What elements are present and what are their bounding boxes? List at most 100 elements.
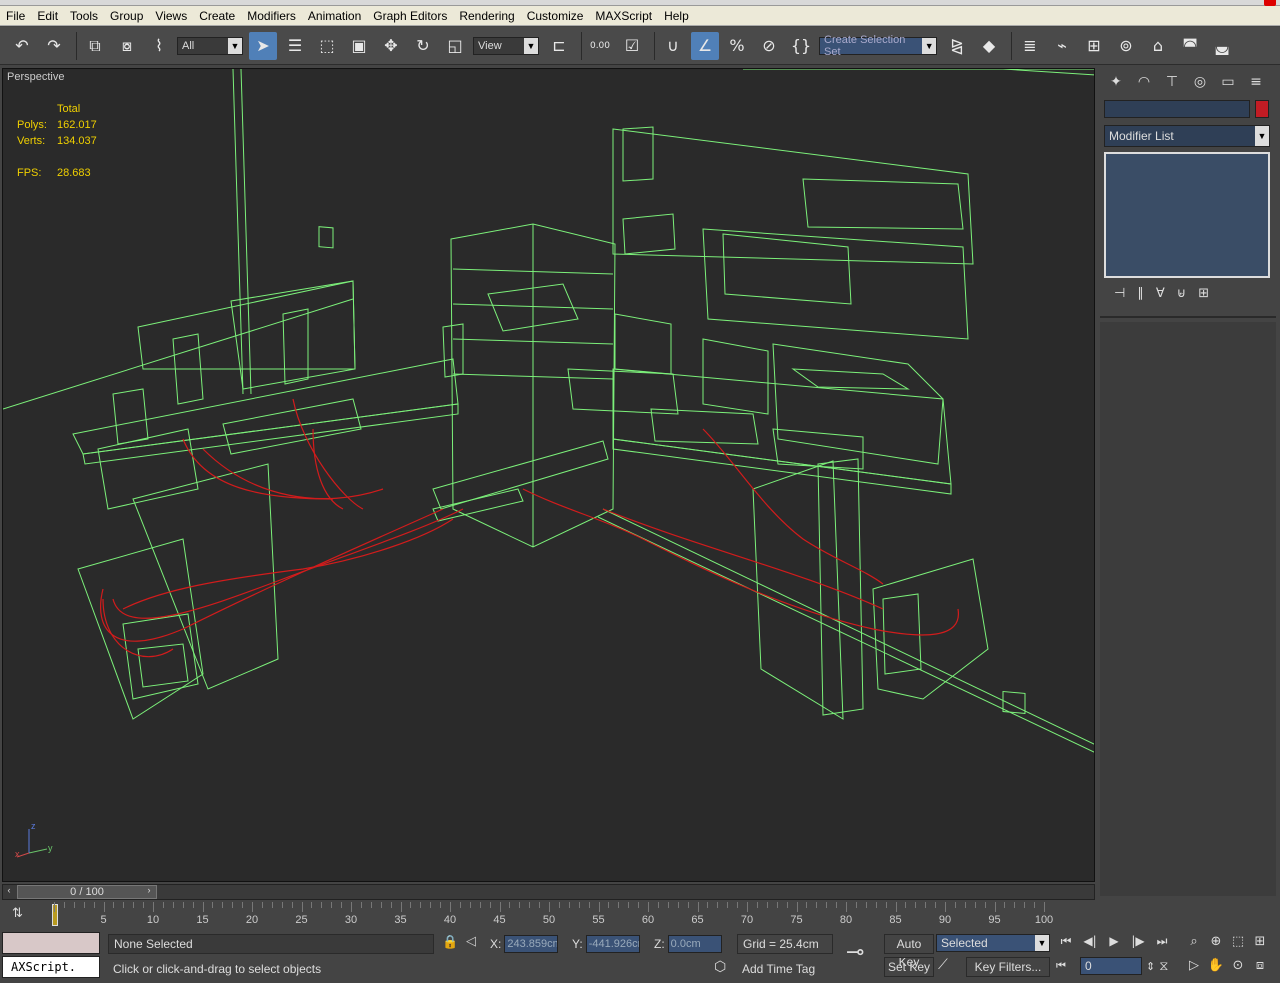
current-frame-field[interactable]: 0: [1080, 957, 1142, 975]
time-slider[interactable]: ‹ 0 / 100 ›: [2, 884, 1095, 900]
menu-graph-editors[interactable]: Graph Editors: [367, 9, 453, 23]
go-to-end-icon[interactable]: ⏭: [1152, 934, 1172, 952]
schematic-view-icon[interactable]: ⊞: [1080, 32, 1108, 60]
manipulate-icon[interactable]: ☑: [618, 32, 646, 60]
show-end-result-icon[interactable]: ∥: [1137, 286, 1144, 306]
layer-manager-icon[interactable]: ≣: [1016, 32, 1044, 60]
auto-key-button[interactable]: Auto Key: [884, 934, 934, 969]
selection-filter-dropdown[interactable]: All ▼: [177, 36, 243, 55]
object-name-field[interactable]: [1104, 100, 1250, 118]
select-and-move-icon[interactable]: ✥: [377, 32, 405, 60]
x-value-field[interactable]: 243.859cm: [504, 935, 559, 953]
zoom-extents-icon[interactable]: ⬚: [1228, 934, 1248, 952]
menu-rendering[interactable]: Rendering: [453, 9, 520, 23]
y-value-field[interactable]: -441.926cm: [585, 935, 640, 953]
menu-animation[interactable]: Animation: [302, 9, 367, 23]
quick-render-icon[interactable]: ◛: [1208, 32, 1236, 60]
track-bar[interactable]: ⇅ 5 10 15 20 25 30 35 40 45 50 55 60 65 70 75 80 85 90 95 1…: [2, 902, 1095, 930]
remove-modifier-icon[interactable]: ⊌: [1177, 286, 1187, 306]
zoom-extents-all-icon[interactable]: ⊞: [1250, 934, 1270, 952]
next-frame-icon[interactable]: |▶: [1128, 934, 1148, 952]
menu-maxscript[interactable]: MAXScript: [589, 9, 658, 23]
set-keys-icon[interactable]: ⊸: [846, 940, 864, 965]
mini-curve-editor-icon[interactable]: ⇅: [12, 906, 30, 924]
add-time-tag[interactable]: Add Time Tag: [737, 960, 833, 978]
select-by-name-icon[interactable]: ☰: [281, 32, 309, 60]
perspective-viewport[interactable]: Perspective Total Polys: 162.017 Verts: 13…: [2, 68, 1095, 882]
play-icon[interactable]: ▶: [1104, 934, 1124, 952]
make-unique-icon[interactable]: ∀: [1156, 286, 1165, 306]
undo-icon[interactable]: ↶: [8, 32, 36, 60]
edit-named-selections-icon[interactable]: {}: [787, 32, 815, 60]
key-mode-toggle-icon[interactable]: ⏮: [1056, 959, 1076, 973]
display-tab-icon[interactable]: ▭: [1216, 72, 1240, 92]
object-color-swatch[interactable]: [1255, 100, 1269, 118]
window-crossing-icon[interactable]: ▣: [345, 32, 373, 60]
key-filters-button[interactable]: Key Filters...: [966, 957, 1050, 977]
hierarchy-tab-icon[interactable]: ⊤: [1160, 72, 1184, 92]
lock-icon[interactable]: 🔒: [442, 935, 458, 950]
reference-coordinate-dropdown[interactable]: View ▼: [473, 36, 539, 55]
menu-tools[interactable]: Tools: [64, 9, 104, 23]
time-configuration-icon[interactable]: ⧖: [1159, 959, 1168, 974]
set-key-button[interactable]: Set Key: [884, 957, 934, 977]
bind-to-space-warp-icon[interactable]: ⌇: [145, 32, 173, 60]
menu-views[interactable]: Views: [149, 9, 193, 23]
orbit-icon[interactable]: ⊙: [1228, 958, 1248, 976]
modifier-list-dropdown[interactable]: Modifier List ▼: [1104, 125, 1270, 147]
chevron-right-icon[interactable]: ›: [143, 885, 155, 899]
previous-frame-icon[interactable]: ◀|: [1080, 934, 1100, 952]
pivot-center-icon[interactable]: ⊏: [545, 32, 573, 60]
align-icon[interactable]: ◆: [975, 32, 1003, 60]
material-editor-icon[interactable]: ⊚: [1112, 32, 1140, 60]
select-and-scale-icon[interactable]: ◱: [441, 32, 469, 60]
spinner-snap-button[interactable]: 0.00: [586, 32, 614, 60]
select-object-icon[interactable]: ➤: [249, 31, 277, 60]
z-value-field[interactable]: 0.0cm: [667, 935, 722, 953]
motion-tab-icon[interactable]: ◎: [1188, 72, 1212, 92]
maxscript-mini-listener-top[interactable]: [2, 932, 100, 954]
snap-toggle-icon[interactable]: ∪: [659, 32, 687, 60]
absolute-mode-icon[interactable]: ◁: [466, 934, 476, 949]
menu-edit[interactable]: Edit: [31, 9, 64, 23]
curve-editor-icon[interactable]: ⌁: [1048, 32, 1076, 60]
zoom-icon[interactable]: ⌕: [1184, 934, 1204, 952]
mirror-icon[interactable]: ⧎: [943, 32, 971, 60]
menu-group[interactable]: Group: [104, 9, 149, 23]
modify-tab-icon[interactable]: ◠: [1132, 72, 1156, 92]
select-and-link-icon[interactable]: ⧉: [81, 32, 109, 60]
pan-icon[interactable]: ✋: [1206, 958, 1226, 976]
field-of-view-icon[interactable]: ▷: [1184, 958, 1204, 976]
viewport-label[interactable]: Perspective: [7, 71, 64, 83]
unlink-selection-icon[interactable]: ⧇: [113, 32, 141, 60]
menu-modifiers[interactable]: Modifiers: [241, 9, 302, 23]
render-setup-icon[interactable]: ⌂: [1144, 32, 1172, 60]
maximize-viewport-icon[interactable]: ⧈: [1250, 958, 1270, 976]
frame-ruler[interactable]: 5 10 15 20 25 30 35 40 45 50 55 60 65 70 75 80 85 90 95 100: [54, 902, 1054, 930]
cube-icon[interactable]: ⬡: [714, 959, 726, 975]
percent-snap-icon[interactable]: %: [723, 32, 751, 60]
menu-file[interactable]: File: [0, 9, 31, 23]
rectangular-selection-icon[interactable]: ⬚: [313, 32, 341, 60]
named-selection-set-dropdown[interactable]: Create Selection Set ▼: [819, 34, 937, 58]
redo-icon[interactable]: ↷: [40, 32, 68, 60]
modifier-stack[interactable]: [1104, 152, 1270, 278]
select-and-rotate-icon[interactable]: ↻: [409, 32, 437, 60]
key-mode-dropdown[interactable]: Selected ▼: [936, 934, 1050, 952]
utilities-tab-icon[interactable]: ≡: [1244, 72, 1268, 92]
time-slider-thumb[interactable]: 0 / 100: [17, 885, 157, 899]
rendered-frame-icon[interactable]: ◚: [1176, 32, 1204, 60]
default-tangent-icon[interactable]: ⟋: [938, 957, 960, 977]
pin-stack-icon[interactable]: ⊣: [1114, 286, 1125, 306]
maxscript-mini-listener[interactable]: AXScript.: [2, 956, 100, 978]
go-to-start-icon[interactable]: ⏮: [1056, 934, 1076, 952]
chevron-left-icon[interactable]: ‹: [3, 885, 15, 899]
zoom-all-icon[interactable]: ⊕: [1206, 934, 1226, 952]
configure-modifier-sets-icon[interactable]: ⊞: [1198, 286, 1209, 306]
create-tab-icon[interactable]: ✦: [1104, 72, 1128, 92]
spinner-snap-toggle-icon[interactable]: ⊘: [755, 32, 783, 60]
angle-snap-icon[interactable]: ∠: [691, 31, 719, 60]
menu-customize[interactable]: Customize: [521, 9, 590, 23]
menu-help[interactable]: Help: [658, 9, 695, 23]
frame-spinner-icon[interactable]: ⇕: [1146, 960, 1155, 973]
